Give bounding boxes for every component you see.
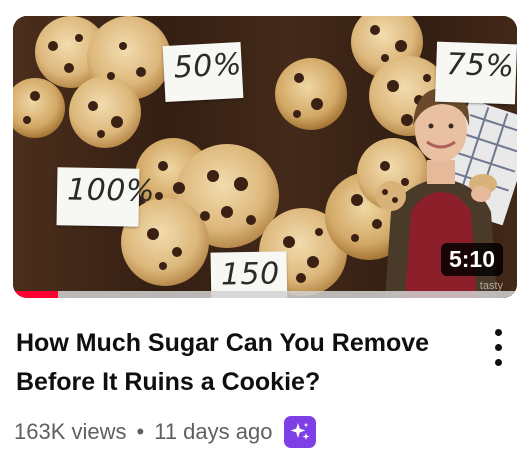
more-vert-icon-dot bbox=[495, 359, 502, 366]
video-metadata: 163K views • 11 days ago bbox=[14, 415, 317, 449]
watch-progress-fill bbox=[13, 291, 59, 298]
more-options-button[interactable] bbox=[484, 326, 514, 370]
sparkle-icon[interactable] bbox=[284, 416, 317, 448]
meta-separator: • bbox=[136, 419, 145, 444]
video-title[interactable]: How Much Sugar Can You Remove Before It … bbox=[16, 324, 466, 402]
video-thumbnail[interactable]: 50% 75% 100% 150 5:10 tasty bbox=[13, 16, 517, 298]
sign-50-percent: 50% bbox=[162, 41, 244, 103]
sign-100-percent: 100% bbox=[56, 167, 155, 227]
more-vert-icon-dot bbox=[495, 344, 502, 351]
watch-progress-bar bbox=[13, 291, 517, 298]
sign-75-percent: 75% bbox=[434, 41, 517, 105]
more-vert-icon bbox=[495, 329, 502, 336]
view-count: 163K views bbox=[14, 419, 127, 444]
duration-badge: 5:10 bbox=[440, 243, 503, 276]
upload-age: 11 days ago bbox=[154, 419, 273, 444]
video-card[interactable]: 50% 75% 100% 150 5:10 tasty How Much Sug… bbox=[0, 0, 526, 460]
sparkle-icon-glyph bbox=[290, 422, 310, 440]
